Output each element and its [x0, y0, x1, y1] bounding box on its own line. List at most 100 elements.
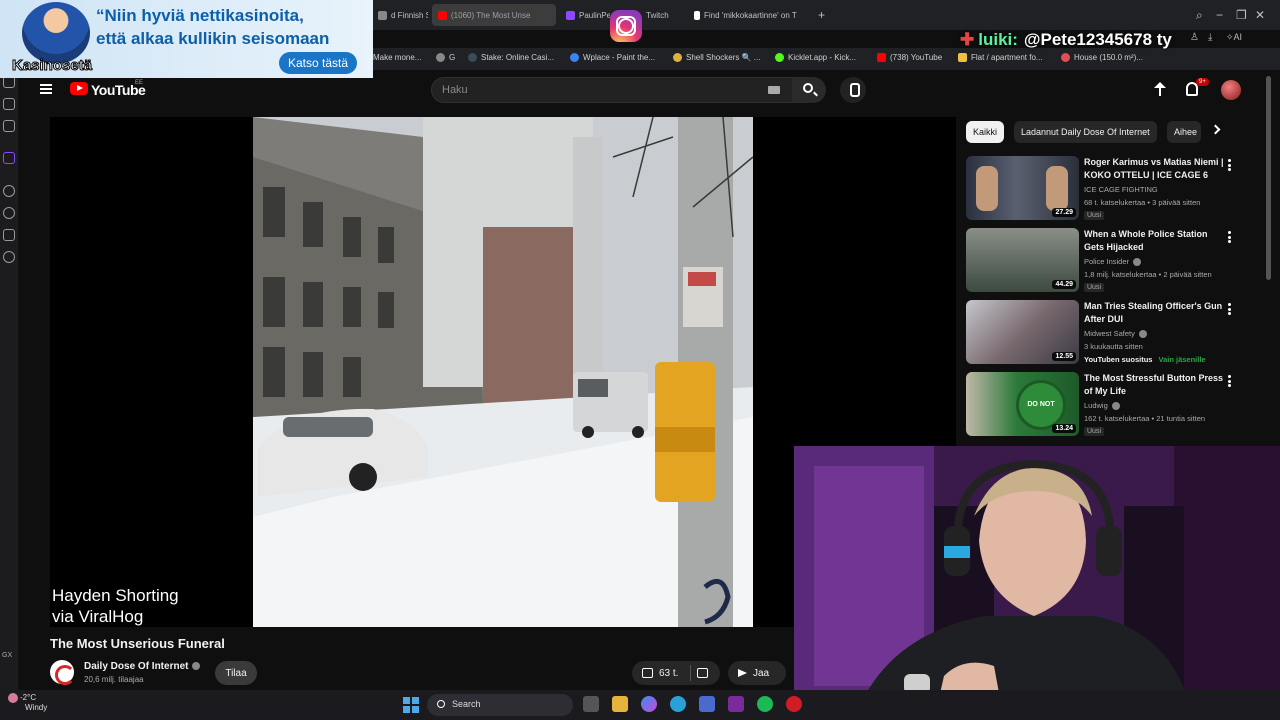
taskbar-search[interactable]: Search — [427, 694, 573, 716]
duration-badge: 44.29 — [1052, 280, 1076, 289]
chevron-right-icon[interactable] — [1210, 124, 1221, 135]
search-button[interactable] — [792, 77, 826, 103]
new-tab-button[interactable]: + — [812, 4, 830, 26]
more-options-icon[interactable] — [1228, 159, 1231, 171]
more-options-icon[interactable] — [1228, 231, 1231, 243]
edge-icon[interactable] — [670, 696, 686, 712]
task-view-icon[interactable] — [583, 696, 599, 712]
search-input[interactable] — [432, 78, 752, 102]
sidebar-twitch-icon[interactable] — [3, 152, 15, 164]
sidebar-extensions-icon[interactable] — [3, 229, 15, 241]
mascot-image — [22, 2, 90, 64]
start-button[interactable] — [403, 697, 419, 713]
thumbs-down-icon[interactable] — [697, 668, 709, 678]
bookmark[interactable]: Stake: Online Casi... — [468, 53, 554, 62]
white-van — [573, 372, 648, 438]
channel-avatar[interactable] — [50, 660, 75, 685]
maximize-icon[interactable]: ❐ — [1236, 8, 1247, 22]
chip-channel[interactable]: Ladannut Daily Dose Of Internet — [1014, 121, 1157, 143]
more-options-icon[interactable] — [1228, 375, 1231, 387]
bookmark[interactable]: Kicklet.app - Kick... — [775, 53, 856, 62]
recommendation-channel[interactable]: Midwest Safety — [1084, 329, 1147, 339]
tab-active[interactable]: (1060) The Most Unse — [432, 4, 556, 26]
sidebar-settings-icon[interactable] — [3, 251, 15, 263]
thumbs-up-icon[interactable] — [642, 668, 653, 678]
chip-all[interactable]: Kaikki — [966, 121, 1005, 143]
youtube-logo-icon[interactable] — [70, 82, 88, 95]
video-thumbnail[interactable]: 12.55 — [966, 300, 1079, 364]
tab[interactable]: Twitch — [640, 4, 686, 26]
tiktok-favicon-icon — [694, 10, 700, 20]
channel-name[interactable]: Daily Dose Of Internet — [84, 661, 201, 672]
video-frame[interactable] — [253, 117, 753, 627]
recommendation-title[interactable]: Roger Karimus vs Matias Niemi | KOKO OTT… — [1084, 156, 1224, 182]
search-tabs-icon[interactable]: ⌕ — [1196, 8, 1203, 23]
recommendation-item[interactable]: DO NOT PRESS 13.24 The Most Stressful Bu… — [966, 372, 1236, 438]
tab[interactable]: PaulinPe — [560, 4, 610, 26]
recommendation-channel[interactable]: ICE CAGE FIGHTING — [1084, 185, 1158, 194]
account-avatar[interactable] — [1221, 80, 1241, 100]
weather-icon — [8, 693, 18, 703]
video-thumbnail[interactable]: 44.29 — [966, 228, 1079, 292]
create-upload-icon[interactable] — [1154, 82, 1166, 98]
like-count: 63 t. — [659, 667, 679, 679]
new-badge: Uusi — [1084, 211, 1105, 220]
video-thumbnail[interactable]: 27.29 — [966, 156, 1079, 220]
ad-cta-button[interactable]: Katso tästä — [279, 52, 357, 74]
share-icon — [738, 669, 747, 677]
bookmark[interactable]: G — [436, 53, 455, 62]
search-icon — [803, 83, 813, 93]
recommendation-item[interactable]: 27.29 Roger Karimus vs Matias Niemi | KO… — [966, 156, 1236, 222]
recommendation-title[interactable]: Man Tries Stealing Officer's Gun After D… — [1084, 300, 1224, 326]
file-explorer-icon[interactable] — [612, 696, 628, 712]
store-icon[interactable] — [699, 696, 715, 712]
verified-icon — [1133, 258, 1142, 267]
youtube-favicon-icon — [438, 10, 447, 20]
tab[interactable]: d Finnish Str — [372, 4, 428, 26]
sidebar-player-icon[interactable] — [3, 185, 15, 197]
chip-related[interactable]: Aihee — [1167, 121, 1201, 143]
opera-gx-icon[interactable] — [728, 696, 744, 712]
stake-icon — [468, 53, 477, 62]
more-options-icon[interactable] — [1228, 303, 1231, 315]
bookmark[interactable]: Make mone... — [373, 53, 421, 62]
members-only-label: Vain jäsenille — [1158, 355, 1206, 364]
weather-widget[interactable]: -2°C Windy — [8, 693, 47, 713]
recommendation-title[interactable]: The Most Stressful Button Press of My Li… — [1084, 372, 1224, 398]
new-badge: Uusi — [1084, 283, 1105, 292]
duration-badge: 12.55 — [1052, 352, 1076, 361]
minimize-icon[interactable]: − — [1216, 8, 1223, 22]
voice-search-button[interactable] — [840, 77, 866, 103]
hamburger-menu-icon[interactable] — [40, 84, 52, 94]
verified-icon — [192, 662, 201, 671]
sidebar-history-icon[interactable] — [3, 207, 15, 219]
recommendation-title[interactable]: When a Whole Police Station Gets Hijacke… — [1084, 228, 1224, 254]
keyboard-icon[interactable] — [768, 86, 780, 94]
share-button[interactable]: Jaa — [728, 661, 786, 685]
profile-icon[interactable]: ♙ — [1190, 32, 1199, 43]
recommendation-channel[interactable]: Ludwig — [1084, 401, 1120, 411]
ai-icon[interactable]: ✧AI — [1226, 32, 1242, 43]
wplace-icon — [570, 53, 579, 62]
bookmark[interactable]: Wplace - Paint the... — [570, 53, 655, 62]
bookmark[interactable]: Flat / apartment fo... — [958, 53, 1043, 62]
recommendation-item[interactable]: 12.55 Man Tries Stealing Officer's Gun A… — [966, 300, 1236, 366]
tab[interactable]: Find 'mikkokaartinne' on T — [688, 4, 808, 26]
bookmark[interactable]: (738) YouTube — [877, 53, 942, 62]
close-icon[interactable]: ✕ — [1255, 8, 1265, 22]
sidebar-messenger-icon[interactable] — [3, 98, 15, 110]
subscribe-button[interactable]: Tilaa — [215, 661, 257, 685]
like-dislike-button[interactable]: 63 t. — [632, 661, 720, 685]
video-thumbnail[interactable]: DO NOT PRESS 13.24 — [966, 372, 1079, 436]
copilot-icon[interactable] — [641, 696, 657, 712]
sidebar-m-icon[interactable] — [3, 120, 15, 132]
casino-ad-overlay[interactable]: Kasinosetä “Niin hyviä nettikasinoita, e… — [0, 0, 373, 78]
download-icon[interactable]: ⤓ — [1208, 32, 1212, 43]
recommendation-channel[interactable]: Police Insider — [1084, 257, 1142, 267]
opera-icon[interactable] — [786, 696, 802, 712]
spotify-icon[interactable] — [757, 696, 773, 712]
bookmark[interactable]: House (150.0 m²)... — [1061, 53, 1143, 62]
scrollbar[interactable] — [1266, 76, 1271, 280]
recommendation-item[interactable]: 44.29 When a Whole Police Station Gets H… — [966, 228, 1236, 294]
bookmark[interactable]: Shell Shockers 🔍 ... — [673, 53, 760, 62]
